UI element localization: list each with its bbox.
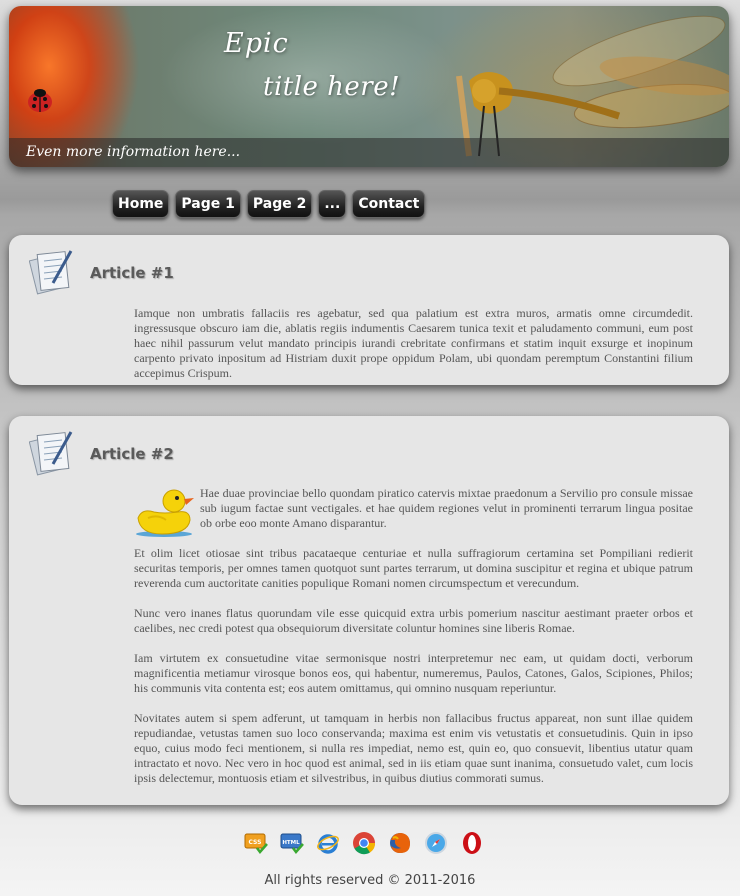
nav-page1-button[interactable]: Page 1 <box>175 190 241 218</box>
article-title: Article #2 <box>90 445 174 463</box>
nav-more-button[interactable]: ... <box>318 190 347 218</box>
article-paragraph: Hae duae provinciae bello quondam pirati… <box>200 486 693 530</box>
article-paragraph: Iam virtutem ex consuetudine vitae sermo… <box>134 651 693 695</box>
article-paragraph: Et olim licet otiosae sint tribus pacata… <box>134 546 693 590</box>
document-icon <box>29 431 73 476</box>
rubber-duck-image <box>136 489 194 537</box>
header-subtitle: Even more information here... <box>26 144 241 160</box>
html-badge-label: HTML <box>282 840 300 846</box>
article-body: Hae duae provinciae bello quondam pirati… <box>134 486 693 801</box>
article-body: Iamque non umbratis fallaciis res agebat… <box>134 306 693 396</box>
article-paragraph: Novitates autem si spem adferunt, ut tam… <box>134 711 693 785</box>
site-title-line2: title here! <box>263 72 401 102</box>
header-banner: Epic title here! Even more information h… <box>9 6 729 167</box>
css-valid-icon[interactable]: CSS <box>244 831 268 855</box>
article-1: Article #1 Iamque non umbratis fallaciis… <box>9 235 729 385</box>
css-badge-label: CSS <box>249 839 262 846</box>
nav-page2-button[interactable]: Page 2 <box>246 190 313 218</box>
internet-explorer-icon[interactable] <box>316 831 340 855</box>
chrome-icon[interactable] <box>352 831 376 855</box>
html-valid-icon[interactable]: HTML <box>280 831 304 855</box>
nav-home-button[interactable]: Home <box>112 190 170 218</box>
main-nav: Home Page 1 Page 2 ... Contact <box>112 190 426 218</box>
ladybug-image <box>28 89 52 112</box>
article-paragraph: Nunc vero inanes flatus quorundam vile e… <box>134 606 693 635</box>
nav-contact-button[interactable]: Contact <box>352 190 426 218</box>
article-paragraph: Iamque non umbratis fallaciis res agebat… <box>134 306 693 380</box>
article-2: Article #2 Hae duae provinciae bello quo… <box>9 416 729 805</box>
safari-icon[interactable] <box>424 831 448 855</box>
opera-icon[interactable] <box>460 831 484 855</box>
badge-row: CSS HTML <box>244 831 484 855</box>
header-info-bar: Even more information here... <box>9 138 729 167</box>
article-title: Article #1 <box>90 264 174 282</box>
site-title-line1: Epic <box>224 28 289 59</box>
firefox-icon[interactable] <box>388 831 412 855</box>
footer-copyright: All rights reserved © 2011-2016 <box>264 873 476 888</box>
document-icon <box>29 250 73 295</box>
